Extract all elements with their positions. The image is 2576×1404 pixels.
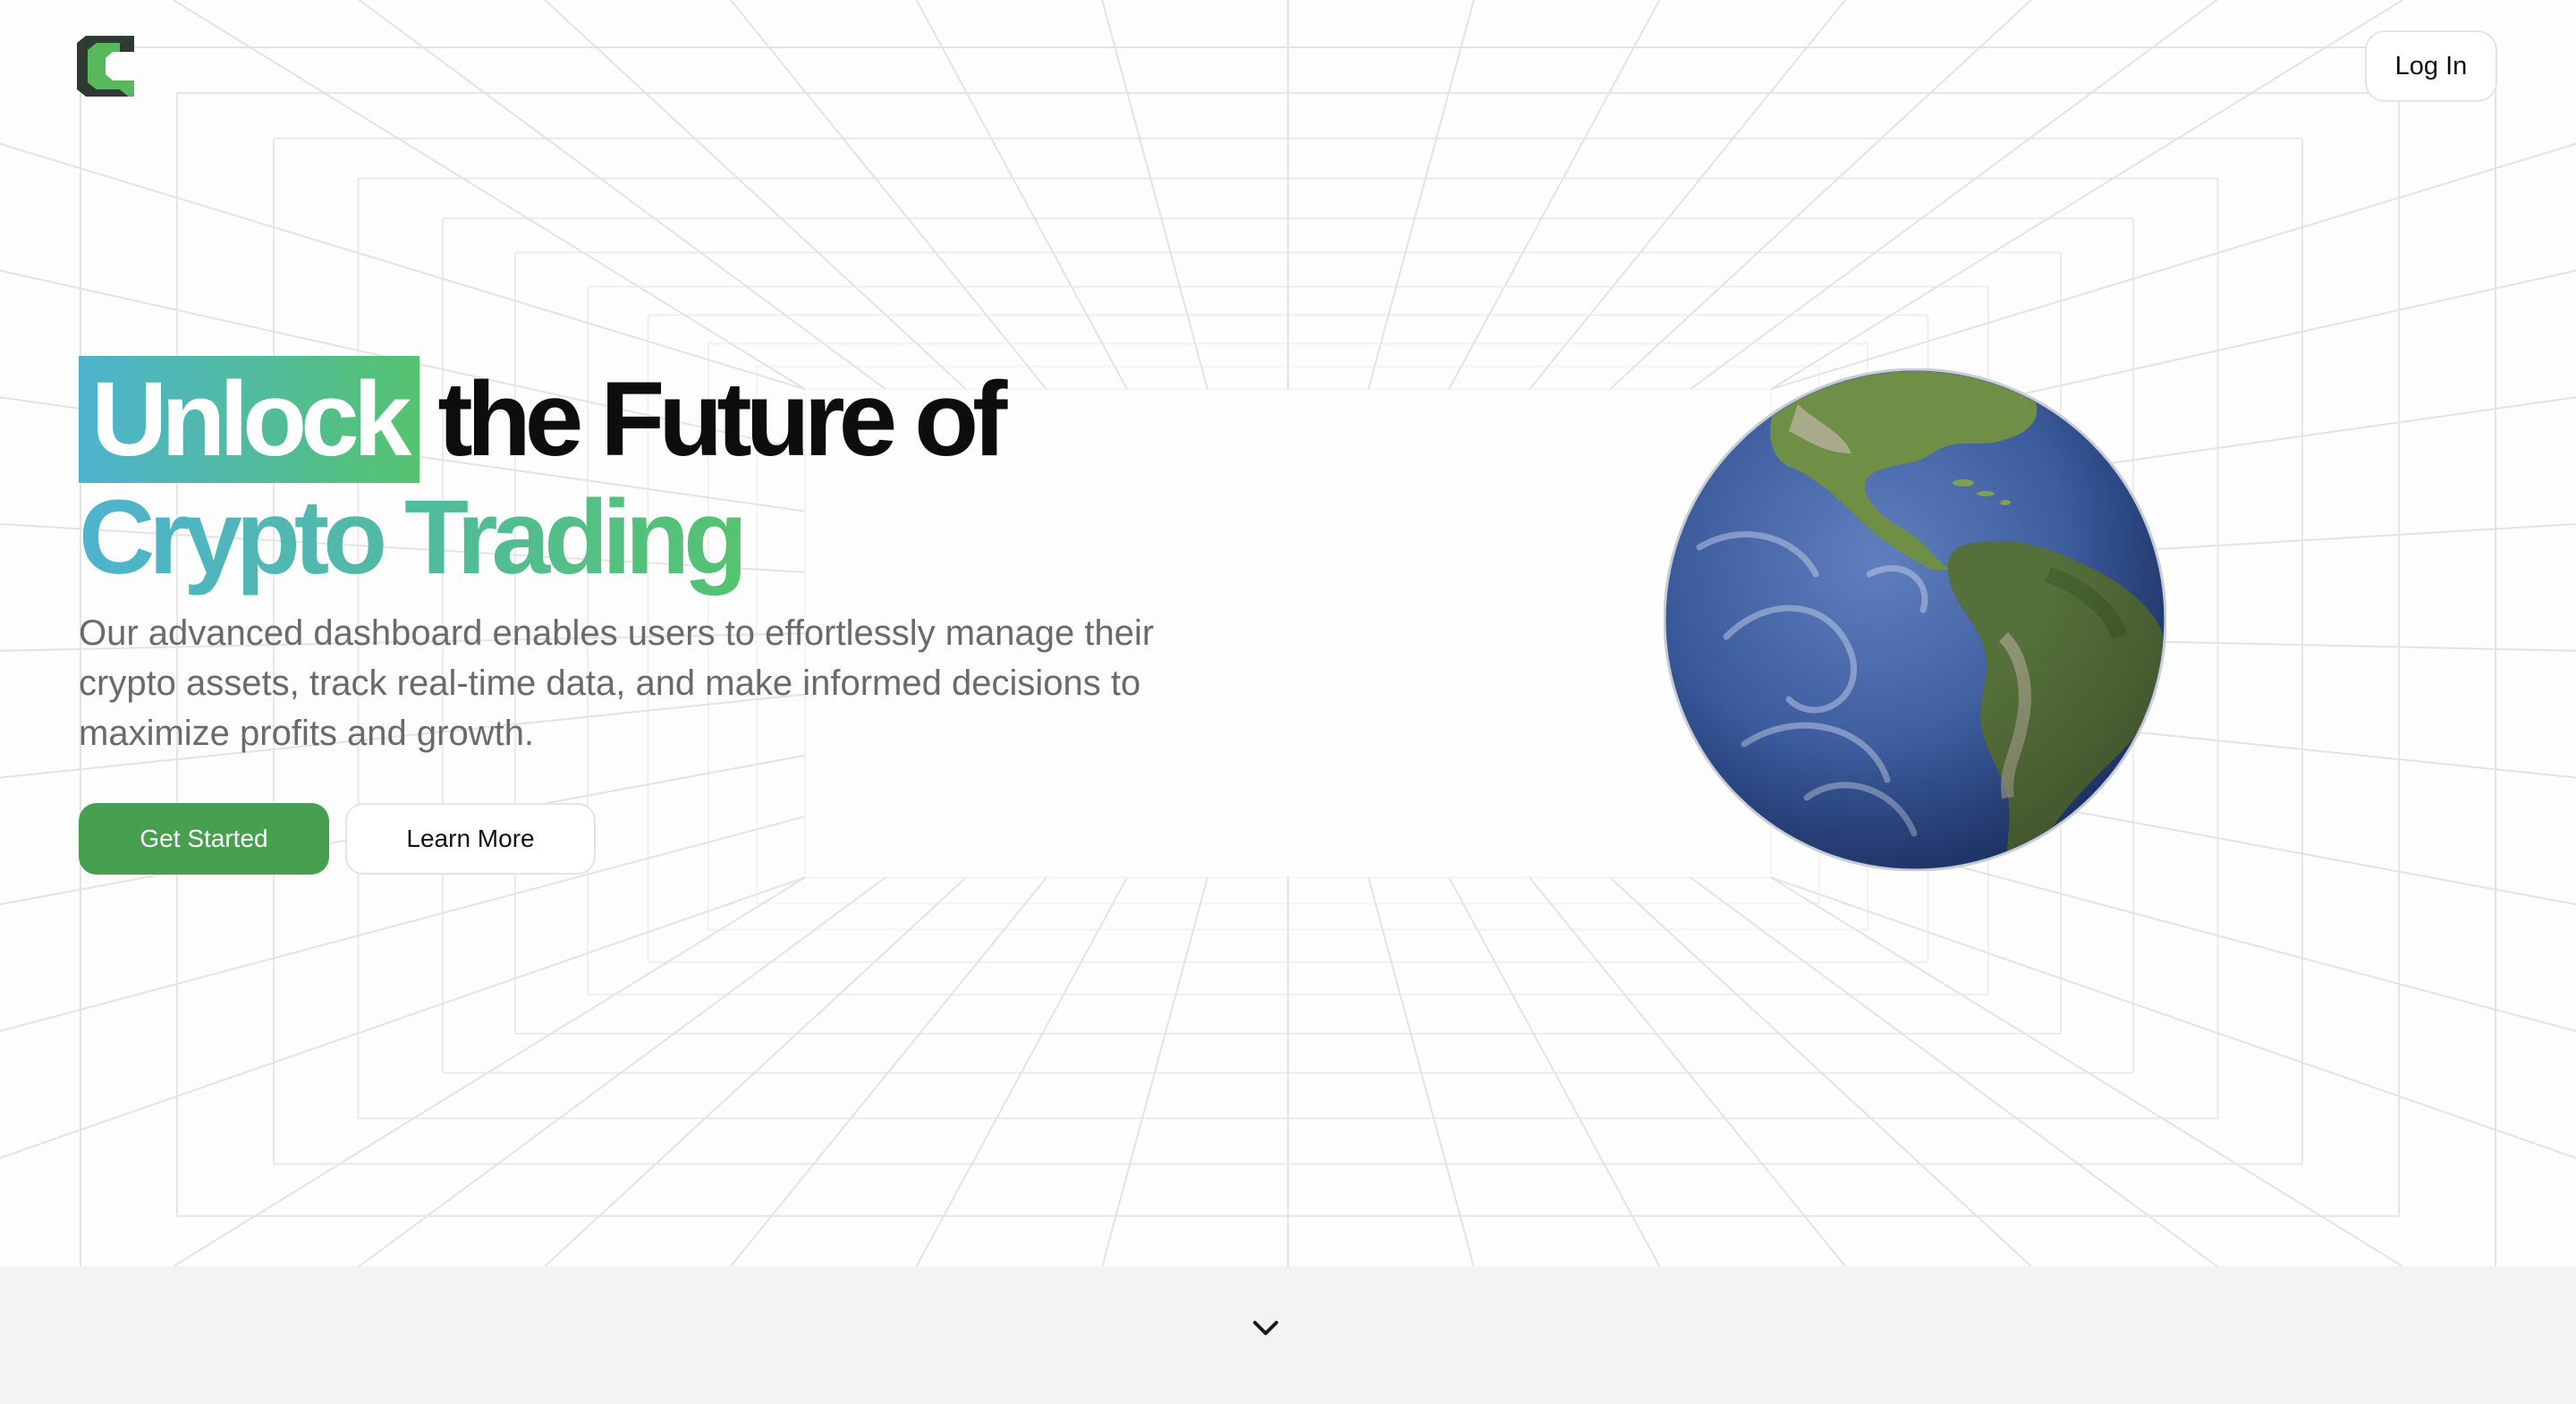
chevron-down-icon[interactable] — [1250, 1315, 1281, 1341]
headline-gradient-text: Crypto Trading — [79, 483, 748, 603]
login-button[interactable]: Log In — [2365, 30, 2497, 102]
hero-headline: Unlock the Future of Crypto Trading — [79, 356, 1241, 603]
bottom-bar — [0, 1266, 2576, 1404]
hero-description: Our advanced dashboard enables users to … — [79, 613, 1155, 753]
brand-logo-icon[interactable] — [77, 34, 134, 98]
headline-text: the Future of — [437, 360, 1007, 478]
learn-more-button[interactable]: Learn More — [345, 803, 596, 875]
earth-globe-icon — [1664, 368, 2166, 871]
hero-section: Log In Unlock the Future of Crypto Tradi… — [0, 0, 2576, 1266]
headline-highlight: Unlock — [79, 356, 420, 483]
get-started-button[interactable]: Get Started — [79, 803, 329, 875]
